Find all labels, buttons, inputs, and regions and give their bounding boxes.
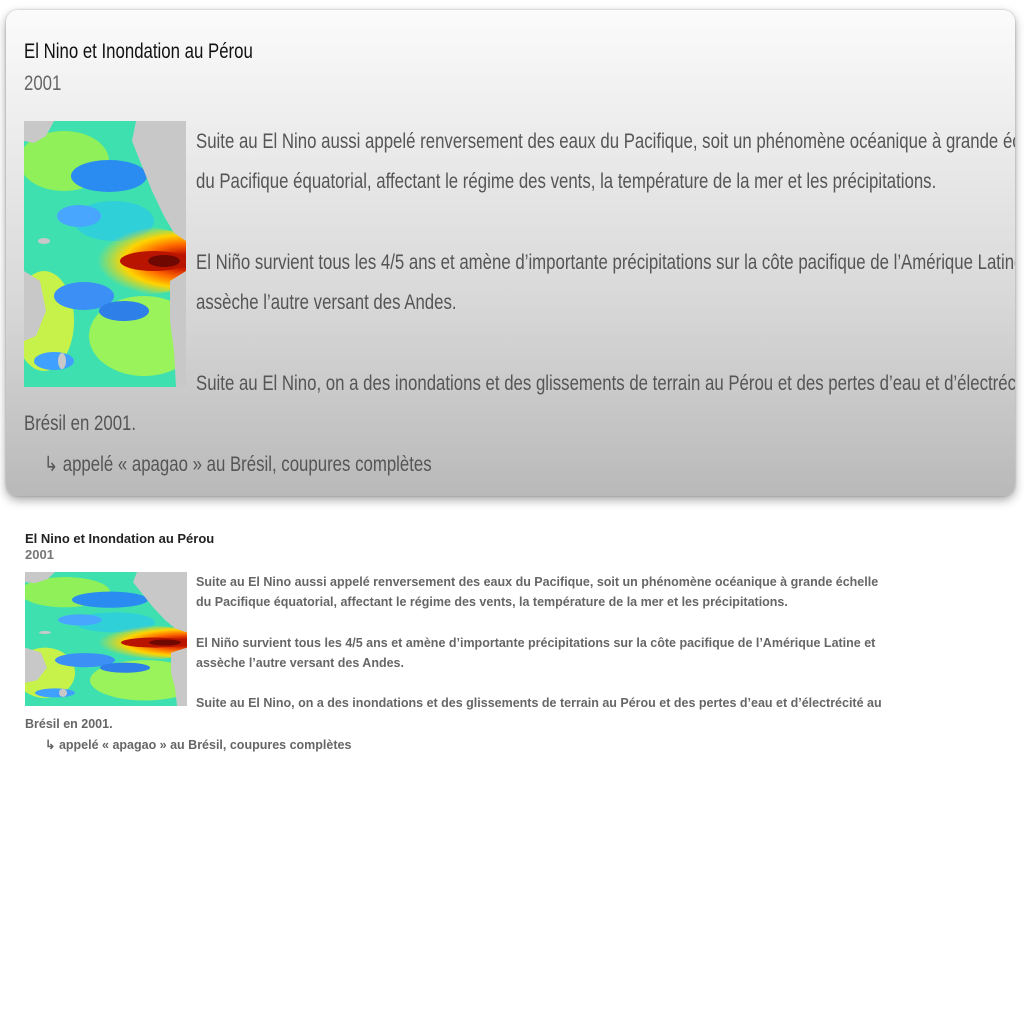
preview-paragraph-3-line-1: Suite au El Nino, on a des inondations e…: [196, 696, 882, 710]
preview-title: El Nino et Inondation au Pérou: [25, 531, 215, 546]
paragraph-2-line-1: El Niño survient tous les 4/5 ans et amè…: [196, 251, 1015, 274]
paragraph-1-line-1: Suite au El Nino aussi appelé renverseme…: [196, 130, 1015, 153]
preview-paragraph-1-line-2: du Pacifique équatorial, affectant le ré…: [196, 595, 788, 609]
preview-year: 2001: [25, 547, 54, 562]
preview-paragraph-3-line-2: Brésil en 2001.: [25, 717, 113, 731]
preview-sub-item-apagao: ↳ appelé « apagao » au Brésil, coupures …: [45, 738, 352, 752]
paragraph-2-line-2: assèche l’autre versant des Andes.: [196, 291, 457, 314]
preview-paragraph-2-line-1: El Niño survient tous les 4/5 ans et amè…: [196, 636, 876, 650]
paragraph-3-line-2: Brésil en 2001.: [24, 412, 137, 435]
preview-paragraph-2-line-2: assèche l’autre versant des Andes.: [196, 656, 404, 670]
sub-item-apagao: ↳ appelé « apagao » au Brésil, coupures …: [44, 453, 432, 476]
el-nino-map-thumbnail: [25, 572, 187, 706]
note-year: 2001: [24, 72, 62, 95]
note-card[interactable]: El Nino et Inondation au Pérou 2001 Suit…: [6, 10, 1015, 496]
preview-paragraph-1-line-1: Suite au El Nino aussi appelé renverseme…: [196, 575, 879, 589]
paragraph-3-line-1: Suite au El Nino, on a des inondations e…: [196, 372, 1015, 395]
note-title: El Nino et Inondation au Pérou: [24, 40, 253, 63]
paragraph-1-line-2: du Pacifique équatorial, affectant le ré…: [196, 170, 937, 193]
el-nino-map-image: [24, 121, 186, 387]
